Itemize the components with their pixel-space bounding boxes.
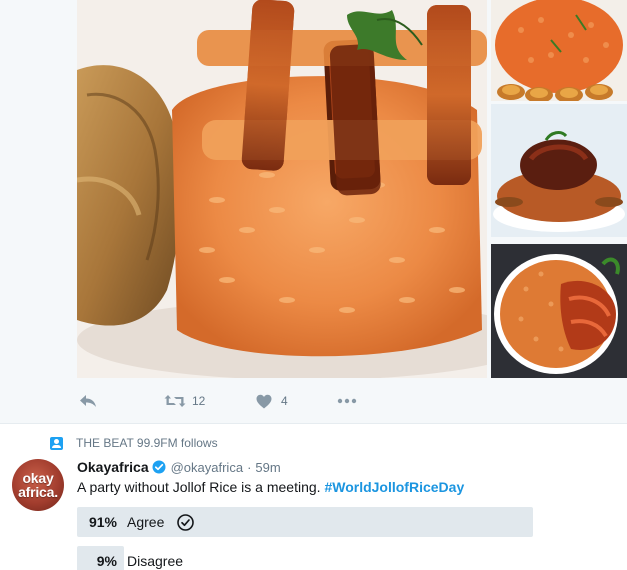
poll-label: Disagree — [127, 553, 184, 569]
reply-button[interactable] — [77, 389, 99, 413]
retweet-icon — [164, 389, 186, 413]
display-name[interactable]: Okayafrica — [77, 459, 149, 475]
checkmark-circle-icon — [177, 514, 194, 531]
avatar-logo: okay africa. — [18, 470, 58, 500]
more-options-button[interactable] — [336, 389, 358, 413]
poll-percent: 91% — [88, 514, 117, 530]
tweet-text: A party without Jollof Rice is a meeting… — [77, 478, 464, 497]
avatar[interactable]: okay africa. — [12, 459, 64, 511]
tweet-text-body: A party without Jollof Rice is a meeting… — [77, 479, 321, 495]
social-context: THE BEAT 99.9FM follows — [50, 435, 218, 451]
follow-icon — [50, 436, 63, 450]
jollof-rice-plantain-photo[interactable] — [77, 0, 487, 378]
header-separator: · — [247, 459, 252, 475]
poll-option-agree: 91% Agree — [77, 507, 578, 537]
tweet-media-grid — [77, 0, 627, 378]
reply-icon — [77, 389, 99, 413]
retweet-button[interactable]: 12 — [164, 389, 205, 413]
timestamp[interactable]: 59m — [255, 460, 280, 475]
retweet-count: 12 — [192, 394, 206, 408]
heart-icon — [253, 389, 275, 413]
jollof-rice-chicken-photo[interactable] — [491, 244, 627, 378]
social-context-text[interactable]: THE BEAT 99.9FM follows — [76, 436, 218, 450]
jollof-rice-meat-photo[interactable] — [491, 104, 627, 237]
verified-badge-icon — [152, 460, 166, 474]
jollof-rice-platter-photo[interactable] — [491, 0, 627, 101]
like-count: 4 — [281, 394, 288, 408]
tweet-action-bar: 12 4 — [77, 389, 377, 413]
poll-option-disagree: 9% Disagree — [77, 546, 578, 570]
tweet-header: Okayafrica @okayafrica · 59m — [77, 458, 281, 476]
like-button[interactable]: 4 — [253, 389, 288, 413]
poll-label: Agree — [127, 514, 165, 530]
username[interactable]: @okayafrica — [171, 460, 243, 475]
more-icon — [336, 389, 358, 413]
poll-percent: 9% — [96, 553, 117, 569]
hashtag-link[interactable]: #WorldJollofRiceDay — [324, 479, 464, 495]
